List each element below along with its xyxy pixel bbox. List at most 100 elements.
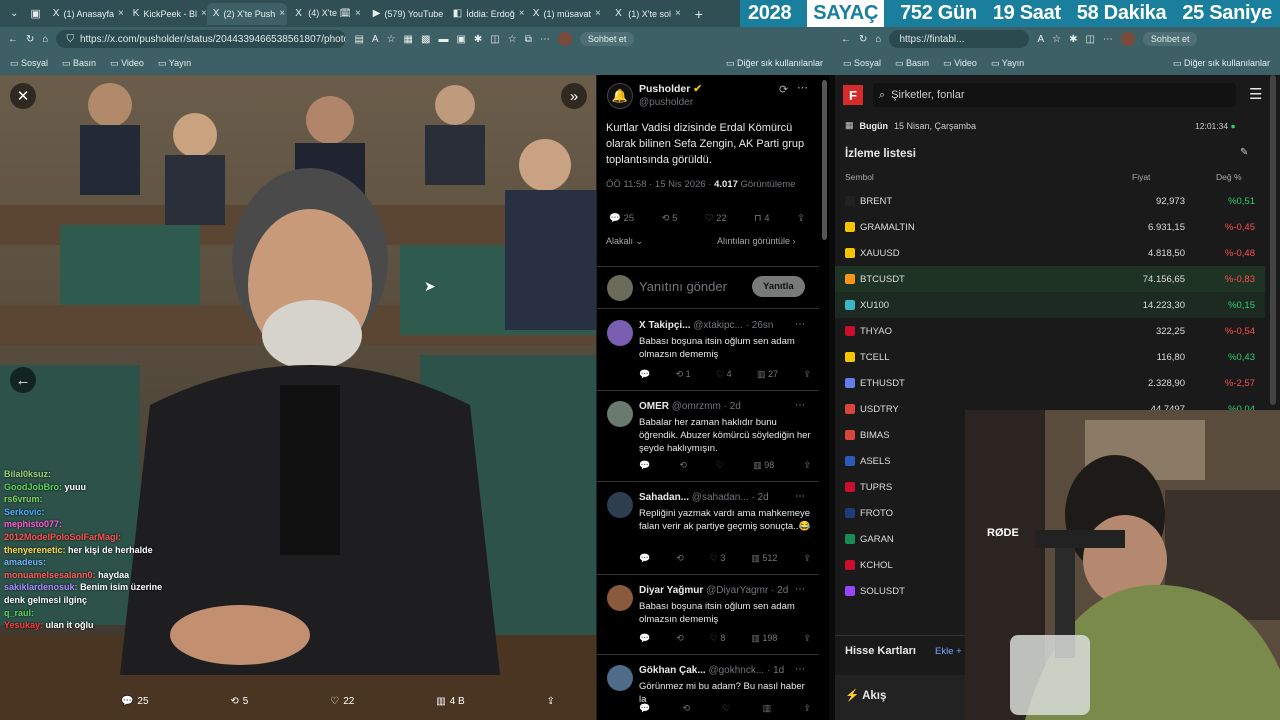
watchlist-row[interactable]: ASELS	[835, 448, 965, 474]
extension-icon[interactable]: ▦	[404, 34, 413, 45]
author-handle[interactable]: @pusholder	[639, 97, 693, 108]
previous-photo-button[interactable]: ←	[10, 367, 36, 393]
url-field[interactable]: ⛉ https://x.com/pusholder/status/2044339…	[56, 30, 347, 48]
share-button[interactable]: ⇪	[803, 633, 811, 644]
watchlist-row[interactable]: KCHOL	[835, 552, 965, 578]
more-icon[interactable]: ⋯	[795, 319, 805, 330]
reply-button[interactable]: 💬	[639, 703, 650, 714]
watchlist-row[interactable]: FROTO	[835, 500, 965, 526]
back-icon[interactable]: ←	[8, 34, 18, 45]
reader-icon[interactable]: ▤	[354, 34, 363, 45]
home-icon[interactable]: ⌂	[875, 34, 881, 45]
translate-icon[interactable]: A	[372, 34, 379, 45]
expand-panel-button[interactable]: »	[561, 83, 587, 109]
watchlist-row[interactable]: XAUUSD 4.818,50 %-0,48	[835, 240, 1265, 266]
close-tab-icon[interactable]: ×	[675, 8, 681, 19]
copilot-button[interactable]: Sohbet et	[1142, 32, 1198, 46]
finance-scrollbar[interactable]	[1270, 75, 1276, 405]
tab-list-icon[interactable]: ⌄	[4, 8, 24, 19]
extensions-icon[interactable]: ✱	[1069, 34, 1077, 45]
share-button[interactable]: ⇪	[547, 696, 555, 707]
close-tab-icon[interactable]: ×	[355, 8, 361, 19]
watchlist-row[interactable]: TCELL 116,80 %0,43	[835, 344, 1265, 370]
more-icon[interactable]: ⋯	[795, 491, 805, 502]
repost-button[interactable]: ⟲	[679, 460, 687, 471]
chat-username[interactable]: thenyerenetic:	[4, 545, 66, 555]
bookmark-basin[interactable]: ▭ Basın	[62, 58, 96, 69]
reply-button[interactable]: 💬	[639, 553, 650, 564]
repost-button[interactable]: ⟲	[682, 703, 690, 714]
close-tab-icon[interactable]: ×	[279, 8, 285, 19]
more-icon[interactable]: ⋯	[795, 584, 805, 595]
chat-username[interactable]: q_raul:	[4, 608, 34, 618]
chat-username[interactable]: monuamelsesalann0:	[4, 570, 96, 580]
reply-input[interactable]: Yanıtını gönder	[639, 279, 727, 294]
tweet-panel-scrollbar[interactable]	[822, 80, 827, 240]
chat-username[interactable]: GoodJobBro:	[4, 482, 62, 492]
author-name[interactable]: Pusholder ✔	[639, 83, 702, 95]
grok-icon[interactable]: ⟳	[779, 83, 788, 96]
chat-username[interactable]: Bilal0ksuz:	[4, 469, 51, 479]
bookmark-yayin[interactable]: ▭ Yayın	[991, 58, 1024, 69]
bookmark-yayin[interactable]: ▭ Yayın	[158, 58, 191, 69]
bookmark-video[interactable]: ▭ Video	[110, 58, 144, 69]
reply-avatar[interactable]	[607, 320, 633, 346]
browser-tab[interactable]: K KickPeek - Bl ×	[127, 3, 207, 25]
related-dropdown[interactable]: Alakalı ⌄	[606, 236, 643, 247]
chat-username[interactable]: mephisto077:	[4, 519, 62, 529]
browser-tab[interactable]: X (2) X'te Push ×	[206, 2, 287, 25]
like-button[interactable]: ♡ 8	[710, 633, 726, 644]
view-quotes-link[interactable]: Alıntıları görüntüle ›	[717, 236, 796, 246]
close-tab-icon[interactable]: ×	[118, 8, 124, 19]
split-screen-icon[interactable]: ◫	[1085, 34, 1094, 45]
repost-button[interactable]: ⟲ 5	[230, 696, 248, 707]
extension-icon[interactable]: ▩	[421, 34, 430, 45]
reply-avatar[interactable]	[607, 492, 633, 518]
browser-tab[interactable]: ▶(579) YouTube×	[367, 3, 447, 25]
close-tab-icon[interactable]: ×	[595, 8, 601, 19]
chat-username[interactable]: rs6vrum:	[4, 494, 43, 504]
more-icon[interactable]: ⋯	[795, 664, 805, 675]
watchlist-row[interactable]: THYAO 322,25 %-0,54	[835, 318, 1265, 344]
fintables-logo[interactable]: F	[843, 85, 863, 105]
reply-button[interactable]: 💬	[639, 369, 650, 380]
chat-username[interactable]: Yesukay:	[4, 620, 43, 630]
home-icon[interactable]: ⌂	[42, 34, 48, 45]
views-button[interactable]: ▥	[763, 703, 772, 714]
chat-username[interactable]: sakiklardenosuk:	[4, 582, 78, 592]
bookmark-basin[interactable]: ▭ Basın	[895, 58, 929, 69]
browser-tab[interactable]: ◧ İddia: Erdoğ ×	[447, 3, 527, 25]
reply-button[interactable]: 💬	[639, 633, 650, 644]
profile-avatar[interactable]	[1120, 32, 1135, 46]
bookmark-sosyal[interactable]: ▭ Sosyal	[843, 58, 881, 69]
split-screen-icon[interactable]: ◫	[490, 34, 499, 45]
like-button[interactable]: ♡	[722, 703, 730, 714]
chat-username[interactable]: Serkovic:	[4, 507, 45, 517]
back-icon[interactable]: ←	[841, 34, 851, 45]
repost-button[interactable]: ⟲	[676, 633, 684, 644]
share-button[interactable]: ⇪	[803, 460, 811, 471]
like-button[interactable]: ♡ 22	[705, 213, 727, 224]
more-icon[interactable]: ⋯	[1103, 34, 1113, 45]
chat-username[interactable]: amadeus:	[4, 557, 46, 567]
reply-tweet[interactable]: X Takipçi... @xtakipc... · 26sn ⋯ Babası…	[597, 310, 819, 391]
search-input[interactable]: ⌕ Şirketler, fonlar	[873, 83, 1236, 107]
reply-tweet[interactable]: ÖMER @omrzmm · 2d ⋯ Babalar her zaman ha…	[597, 391, 819, 482]
more-icon[interactable]: ⋯	[540, 34, 550, 45]
watchlist-row[interactable]: ETHUSDT 2.328,90 %-2,57	[835, 370, 1265, 396]
extension-icon[interactable]: ▬	[438, 34, 448, 45]
reply-avatar[interactable]	[607, 401, 633, 427]
menu-icon[interactable]: ☰	[1249, 85, 1262, 103]
watchlist-row[interactable]: GRAMALTIN 6.931,15 %-0,45	[835, 214, 1265, 240]
reply-avatar[interactable]	[607, 665, 633, 691]
watchlist-row[interactable]: SOLUSDT	[835, 578, 965, 604]
like-button[interactable]: ♡ 3	[710, 553, 726, 564]
reply-button[interactable]: 💬 25	[121, 696, 149, 707]
add-card-button[interactable]: Ekle +	[935, 646, 962, 657]
reply-submit-button[interactable]: Yanıtla	[752, 276, 805, 297]
reload-icon[interactable]: ↻	[859, 34, 867, 45]
browser-tab[interactable]: X (1) X'te sol ×	[607, 3, 687, 25]
reply-button[interactable]: 💬	[639, 460, 650, 471]
browser-tab[interactable]: X (1) Anasayfa ×	[47, 3, 127, 25]
workspace-icon[interactable]: ▣	[24, 7, 46, 20]
